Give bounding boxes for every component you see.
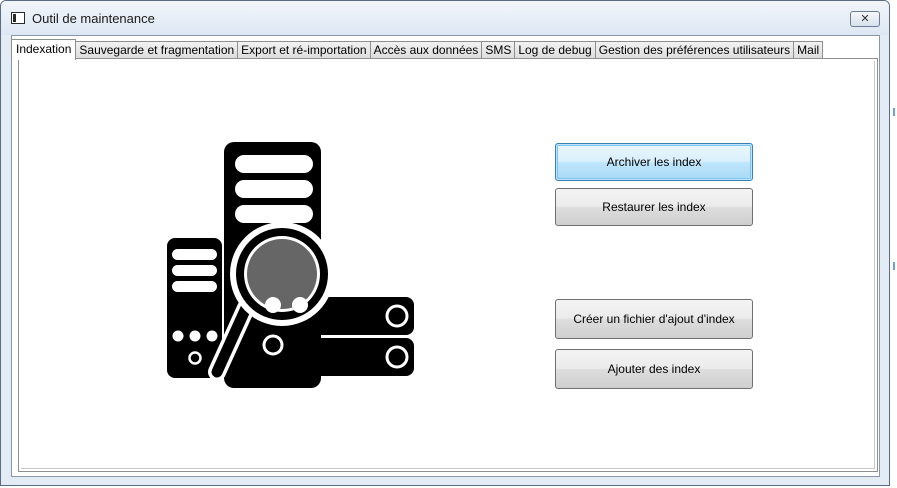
tab-log-debug[interactable]: Log de debug bbox=[514, 41, 596, 59]
archive-index-button[interactable]: Archiver les index bbox=[555, 143, 753, 181]
add-index-button[interactable]: Ajouter des index bbox=[555, 349, 753, 389]
tab-sms[interactable]: SMS bbox=[481, 41, 516, 59]
tab-indexation[interactable]: Indexation bbox=[11, 39, 77, 60]
indexation-panel bbox=[18, 58, 878, 472]
close-button[interactable]: ✕ bbox=[850, 11, 880, 27]
tab-strip: Indexation Sauvegarde et fragmentation E… bbox=[11, 39, 824, 60]
panel-inner-border bbox=[21, 61, 875, 469]
window-title: Outil de maintenance bbox=[32, 11, 155, 26]
tab-gestion-preferences[interactable]: Gestion des préférences utilisateurs bbox=[594, 41, 795, 59]
tab-mail[interactable]: Mail bbox=[793, 41, 824, 59]
desktop-background bbox=[890, 0, 897, 488]
tab-acces-donnees[interactable]: Accès aux données bbox=[369, 41, 483, 59]
server-search-icon bbox=[160, 140, 420, 392]
restore-index-button[interactable]: Restaurer les index bbox=[555, 188, 753, 226]
app-icon bbox=[11, 12, 25, 24]
desktop-fragment bbox=[893, 262, 895, 270]
desktop-fragment bbox=[893, 108, 895, 116]
tab-export-reimportation[interactable]: Export et ré-importation bbox=[237, 41, 371, 59]
title-bar[interactable]: Outil de maintenance ✕ bbox=[1, 1, 889, 35]
create-index-file-button[interactable]: Créer un fichier d'ajout d'index bbox=[555, 299, 753, 339]
tab-sauvegarde-fragmentation[interactable]: Sauvegarde et fragmentation bbox=[75, 41, 239, 59]
